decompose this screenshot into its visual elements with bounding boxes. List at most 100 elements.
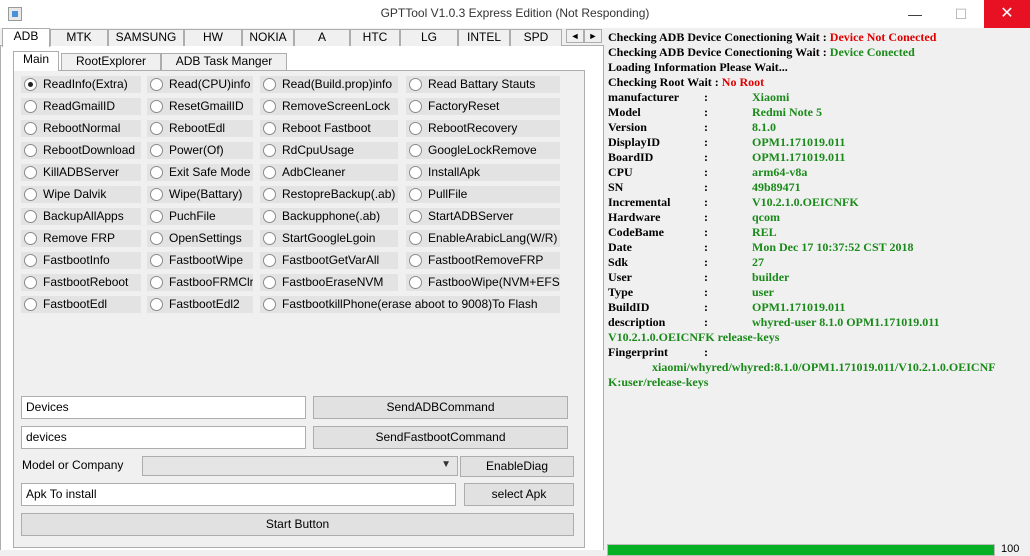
info-value: REL	[752, 225, 777, 239]
radio-option[interactable]: KillADBServer	[21, 164, 141, 181]
radio-option[interactable]: Reboot Fastboot	[260, 120, 398, 137]
radio-label: Read(CPU)info	[169, 77, 251, 91]
tab-htc[interactable]: HTC	[350, 29, 400, 46]
radio-option[interactable]: AdbCleaner	[260, 164, 398, 181]
radio-label: PuchFile	[169, 209, 216, 223]
radio-option[interactable]: RebootEdl	[147, 120, 253, 137]
info-value: whyred-user 8.1.0 OPM1.171019.011	[752, 315, 940, 329]
radio-option[interactable]: Read(CPU)info	[147, 76, 253, 93]
fastboot-command-input[interactable]: devices	[21, 426, 306, 449]
tab-mtk[interactable]: MTK	[50, 29, 108, 46]
radio-option[interactable]: ResetGmailID	[147, 98, 253, 115]
radio-option[interactable]: RebootRecovery	[406, 120, 560, 137]
progress-bar	[607, 544, 995, 556]
radio-option[interactable]: Power(Of)	[147, 142, 253, 159]
radio-label: FactoryReset	[428, 99, 500, 113]
radio-circle-icon	[409, 188, 422, 201]
minimize-button[interactable]: —	[892, 0, 938, 28]
radio-option[interactable]: FactoryReset	[406, 98, 560, 115]
radio-circle-icon	[409, 254, 422, 267]
radio-circle-icon	[24, 188, 37, 201]
radio-circle-icon	[409, 276, 422, 289]
radio-label: Reboot Fastboot	[282, 121, 371, 135]
select-apk-button[interactable]: select Apk	[464, 483, 574, 506]
subtab-rootexplorer[interactable]: RootExplorer	[61, 53, 161, 70]
tab-scroll-right-icon[interactable]: ►	[584, 29, 602, 43]
radio-option[interactable]: FastbooFRMClr	[147, 274, 253, 291]
radio-option[interactable]: FastbootWipe	[147, 252, 253, 269]
radio-option[interactable]: RebootNormal	[21, 120, 141, 137]
radio-option[interactable]: Backupphone(.ab)	[260, 208, 398, 225]
radio-circle-icon	[24, 144, 37, 157]
radio-label: GoogleLockRemove	[428, 143, 537, 157]
radio-circle-icon	[263, 122, 276, 135]
radio-option[interactable]: StartADBServer	[406, 208, 560, 225]
radio-option[interactable]: Remove FRP	[21, 230, 141, 247]
maximize-button[interactable]: ☐	[938, 0, 984, 28]
radio-option[interactable]: RebootDownload	[21, 142, 141, 159]
radio-option[interactable]: Wipe(Battary)	[147, 186, 253, 203]
radio-option[interactable]: OpenSettings	[147, 230, 253, 247]
radio-circle-icon	[150, 144, 163, 157]
radio-option[interactable]: FastbootEdl2	[147, 296, 253, 313]
info-separator: :	[704, 90, 708, 104]
radio-option[interactable]: RdCpuUsage	[260, 142, 398, 159]
radio-circle-icon	[263, 276, 276, 289]
close-button[interactable]: ✕	[984, 0, 1030, 28]
radio-circle-icon	[150, 298, 163, 311]
tab-adb[interactable]: ADB	[2, 28, 50, 47]
subtab-main[interactable]: Main	[13, 51, 59, 71]
tab-hw[interactable]: HW	[184, 29, 242, 46]
radio-option[interactable]: GoogleLockRemove	[406, 142, 560, 159]
adb-command-input[interactable]: Devices	[21, 396, 306, 419]
radio-option[interactable]: FastbootEdl	[21, 296, 141, 313]
tab-intel[interactable]: INTEL	[458, 29, 510, 46]
radio-option[interactable]: FastbooEraseNVM	[260, 274, 398, 291]
start-button[interactable]: Start Button	[21, 513, 574, 536]
info-separator: :	[704, 195, 708, 209]
radio-option[interactable]: RestopreBackup(.ab)	[260, 186, 398, 203]
radio-circle-icon	[263, 188, 276, 201]
radio-option[interactable]: ReadInfo(Extra)	[21, 76, 141, 93]
radio-option[interactable]: Read(Build.prop)info	[260, 76, 398, 93]
radio-label: KillADBServer	[43, 165, 120, 179]
radio-option[interactable]: RemoveScreenLock	[260, 98, 398, 115]
main-tab-content: ReadInfo(Extra) Read(CPU)info Read(Build.p…	[13, 70, 585, 548]
tab-samsung[interactable]: SAMSUNG	[108, 29, 184, 46]
radio-option[interactable]: FastbootInfo	[21, 252, 141, 269]
model-company-select[interactable]: ▼	[142, 456, 458, 476]
apk-install-input[interactable]: Apk To install	[21, 483, 456, 506]
radio-circle-icon	[150, 276, 163, 289]
radio-option[interactable]: FastbootGetVarAll	[260, 252, 398, 269]
subtab-adb-task-manager[interactable]: ADB Task Manger	[161, 53, 287, 70]
radio-circle-icon	[150, 166, 163, 179]
tab-a[interactable]: A	[294, 29, 350, 46]
send-adb-command-button[interactable]: SendADBCommand	[313, 396, 568, 419]
radio-option[interactable]: EnableArabicLang(W/R)	[406, 230, 560, 247]
radio-option[interactable]: BackupAllApps	[21, 208, 141, 225]
radio-option[interactable]: Exit Safe Mode	[147, 164, 253, 181]
tab-lg[interactable]: LG	[400, 29, 458, 46]
enable-diag-button[interactable]: EnableDiag	[460, 456, 574, 477]
radio-label: Power(Of)	[169, 143, 224, 157]
radio-option[interactable]: PullFile	[406, 186, 560, 203]
info-key: Sdk	[608, 255, 629, 269]
radio-option[interactable]: FastbootkillPhone(erase aboot to 9008)To…	[260, 296, 560, 313]
radio-option[interactable]: Read Battary Stauts	[406, 76, 560, 93]
tab-scroll-left-icon[interactable]: ◄	[566, 29, 584, 43]
radio-option[interactable]: FastbooWipe(NVM+EFS)	[406, 274, 560, 291]
info-key: CodeBame	[608, 225, 664, 239]
radio-label: Wipe Dalvik	[43, 187, 107, 201]
radio-option[interactable]: StartGoogleLgoin	[260, 230, 398, 247]
tab-nokia[interactable]: NOKIA	[242, 29, 294, 46]
log-status-line: Checking Root Wait : No Root	[608, 75, 765, 89]
radio-option[interactable]: FastbootRemoveFRP	[406, 252, 560, 269]
radio-option[interactable]: PuchFile	[147, 208, 253, 225]
send-fastboot-command-button[interactable]: SendFastbootCommand	[313, 426, 568, 449]
radio-option[interactable]: Wipe Dalvik	[21, 186, 141, 203]
tab-spd[interactable]: SPD	[510, 29, 562, 46]
radio-option[interactable]: FastbootReboot	[21, 274, 141, 291]
info-value: qcom	[752, 210, 780, 224]
radio-option[interactable]: InstallApk	[406, 164, 560, 181]
radio-option[interactable]: ReadGmailID	[21, 98, 141, 115]
